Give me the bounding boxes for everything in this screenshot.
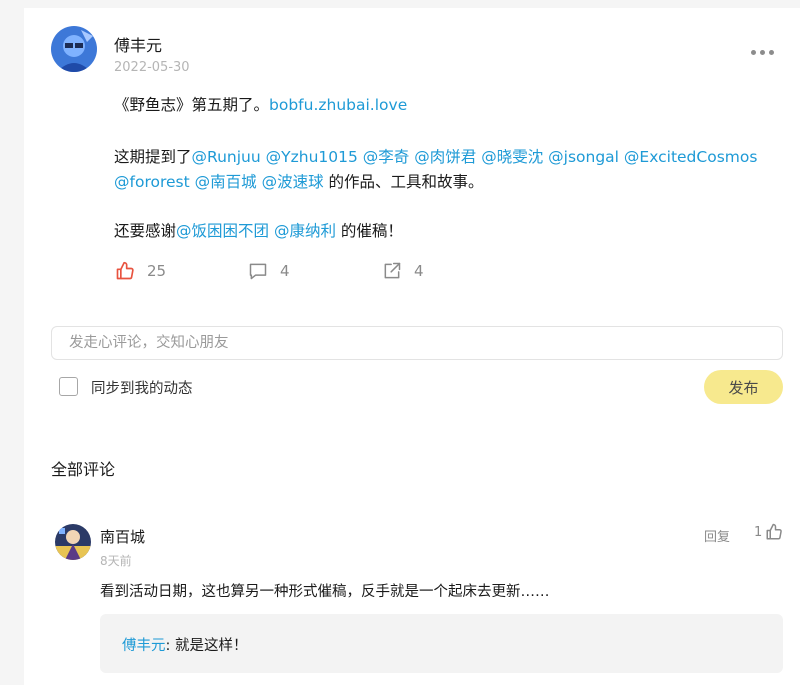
mention-link[interactable]: @jsongal	[548, 148, 619, 166]
quoted-reply-line: 傅丰元: 就是这样！	[122, 634, 248, 655]
comment-count: 4	[280, 262, 290, 280]
sync-checkbox[interactable]	[59, 377, 78, 396]
share-icon	[384, 262, 401, 279]
comment-like-count: 1	[754, 524, 763, 540]
mention-link[interactable]: @肉饼君	[414, 148, 476, 166]
commenter-name[interactable]: 南百城	[100, 526, 145, 547]
post-text: 这期提到了	[114, 148, 192, 166]
post-line-1: 《野鱼志》第五期了。bobfu.zhubai.love	[114, 93, 407, 117]
comment-button[interactable]: 4	[248, 261, 290, 281]
mention-link[interactable]: @ExcitedCosmos	[624, 148, 758, 166]
author-name[interactable]: 傅丰元	[114, 32, 162, 56]
post-line-4: 还要感谢@饭困困不团 @康纳利 的催稿！	[114, 219, 403, 243]
like-button[interactable]: 25	[115, 261, 166, 281]
mention-link[interactable]: @fororest	[114, 173, 190, 191]
publish-button[interactable]: 发布	[704, 370, 783, 404]
author-avatar[interactable]	[51, 26, 97, 72]
post-text: 的催稿！	[335, 222, 403, 240]
quoted-text: : 就是这样！	[165, 638, 248, 654]
quoted-reply: 傅丰元: 就是这样！	[100, 614, 783, 673]
sync-label: 同步到我的动态	[91, 381, 193, 397]
commenter-avatar[interactable]	[55, 524, 91, 560]
mention-link[interactable]: @李奇	[363, 148, 410, 166]
post-card: 傅丰元 2022-05-30 《野鱼志》第五期了。bobfu.zhubai.lo…	[24, 8, 800, 685]
post-text: 还要感谢	[114, 222, 177, 240]
comments-heading: 全部评论	[51, 460, 116, 479]
post-text: 的作品、工具和故事。	[323, 173, 484, 191]
comment-text: 看到活动日期，这也算另一种形式催稿，反手就是一个起床去更新……	[100, 584, 550, 600]
mention-link[interactable]: @饭困困不团	[176, 222, 269, 240]
mention-link[interactable]: @Runjuu	[192, 148, 261, 166]
post-date: 2022-05-30	[114, 60, 190, 75]
thumbs-up-icon	[766, 523, 783, 540]
comment-input[interactable]	[51, 326, 783, 360]
post-line-3: @fororest @南百城 @波速球 的作品、工具和故事。	[114, 170, 484, 194]
reply-button[interactable]: 回复	[704, 526, 730, 545]
share-button[interactable]: 4	[382, 261, 424, 281]
mention-link[interactable]: @南百城	[195, 173, 257, 191]
post-link[interactable]: bobfu.zhubai.love	[269, 96, 407, 114]
post-line-2: 这期提到了@Runjuu @Yzhu1015 @李奇 @肉饼君 @晓雯沈 @js…	[114, 145, 757, 169]
thumbs-up-icon	[116, 261, 134, 280]
quoted-author-link[interactable]: 傅丰元	[122, 638, 166, 654]
mention-link[interactable]: @波速球	[262, 173, 324, 191]
share-count: 4	[414, 262, 424, 280]
mention-link[interactable]: @晓雯沈	[481, 148, 543, 166]
mention-link[interactable]: @康纳利	[274, 222, 336, 240]
more-options-icon[interactable]	[751, 44, 779, 60]
comment-time: 8天前	[100, 554, 132, 568]
post-text: 《野鱼志》第五期了。	[114, 96, 270, 114]
comment-like-button[interactable]: 1	[754, 523, 783, 541]
comment-icon	[249, 263, 267, 280]
mention-link[interactable]: @Yzhu1015	[266, 148, 358, 166]
like-count: 25	[147, 262, 167, 280]
